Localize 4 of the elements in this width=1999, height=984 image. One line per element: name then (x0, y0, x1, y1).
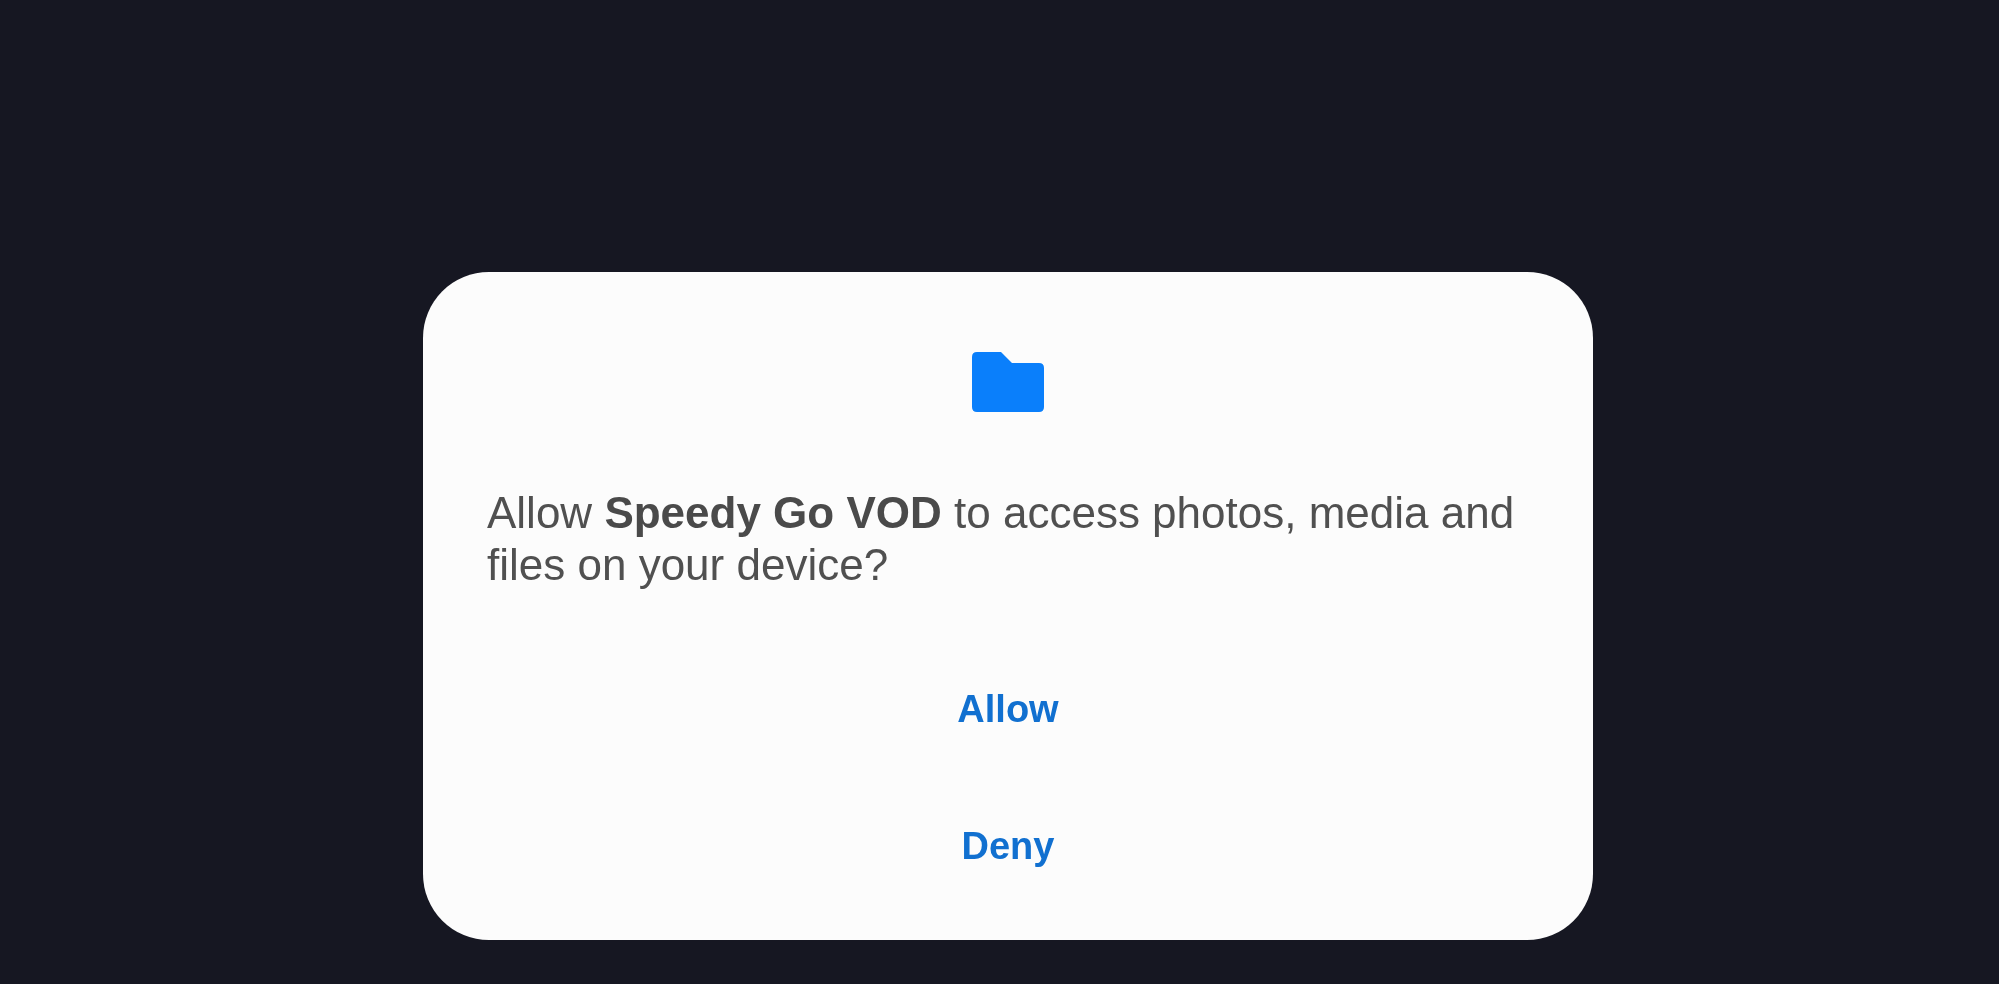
folder-icon (972, 352, 1044, 412)
allow-button[interactable]: Allow (929, 675, 1087, 743)
deny-button[interactable]: Deny (933, 812, 1083, 880)
permission-message: Allow Speedy Go VOD to access photos, media and files on your device? (487, 487, 1516, 591)
